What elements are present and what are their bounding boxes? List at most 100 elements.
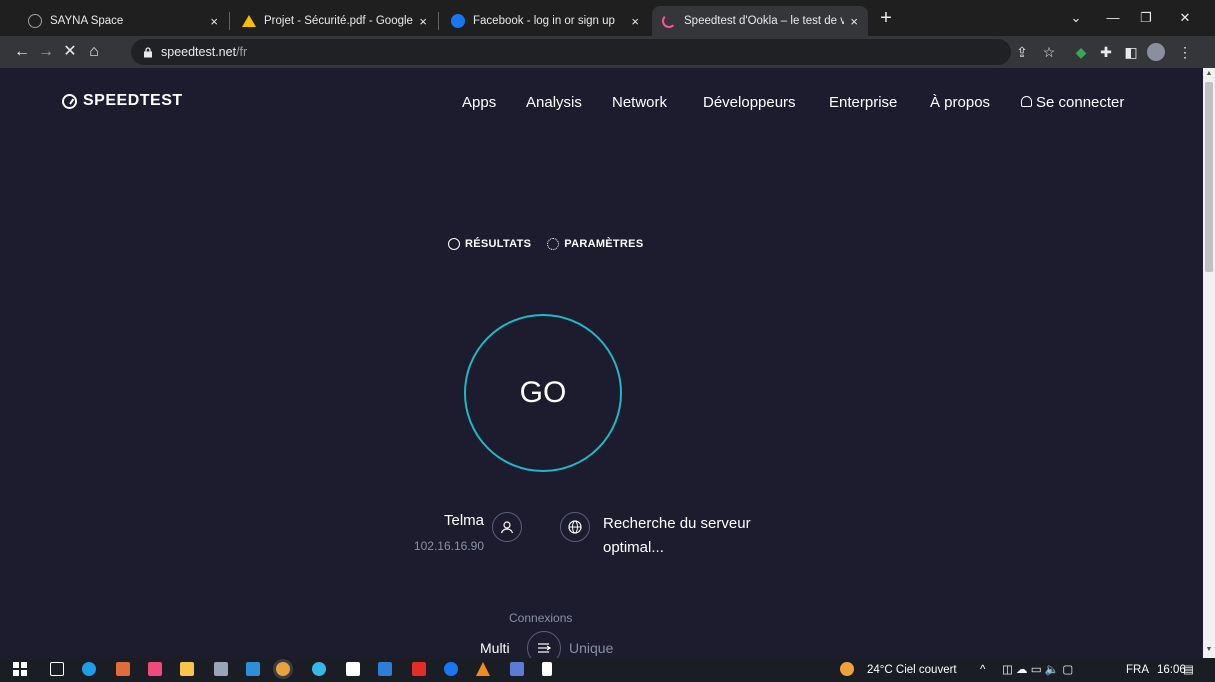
isp-info: Telma 102.16.16.90: [380, 512, 484, 553]
restore-button[interactable]: ❐: [1131, 6, 1161, 30]
windows-start-icon[interactable]: [13, 662, 27, 676]
isp-ip: 102.16.16.90: [413, 539, 484, 553]
tab-sayna-space[interactable]: SAYNA Space ×: [18, 6, 228, 36]
close-icon[interactable]: ×: [210, 14, 218, 29]
close-icon[interactable]: ×: [631, 14, 639, 29]
logo-text: SPEEDTEST: [83, 92, 183, 109]
address-bar[interactable]: speedtest.net/fr: [131, 39, 1011, 65]
tab-title: Projet - Sécurité.pdf - Google Dri: [264, 15, 413, 27]
connections-unique[interactable]: Unique: [569, 640, 613, 656]
lock-icon: [143, 46, 153, 58]
globe-icon[interactable]: [560, 512, 590, 542]
tab-title: Facebook - log in or sign up: [473, 15, 615, 27]
back-button[interactable]: ←: [10, 40, 34, 64]
clock[interactable]: 16:06: [1157, 658, 1186, 682]
close-icon[interactable]: ×: [850, 14, 858, 29]
app-grey-icon[interactable]: [214, 662, 228, 676]
tab-google-drive[interactable]: Projet - Sécurité.pdf - Google Dri ×: [232, 6, 437, 36]
nav-enterprise[interactable]: Enterprise: [829, 94, 897, 111]
server-search-status[interactable]: Recherche du serveur optimal...: [603, 512, 803, 560]
share-icon[interactable]: ⇪: [1013, 43, 1031, 61]
connections-multi[interactable]: Multi: [480, 640, 510, 656]
tab-facebook[interactable]: Facebook - log in or sign up ×: [441, 6, 649, 36]
page-scrollbar[interactable]: ▲ ▼: [1203, 68, 1215, 658]
tab-title: Speedtest d'Ookla – le test de vit: [684, 15, 845, 27]
facebook-icon: [451, 14, 465, 28]
minimize-button[interactable]: —: [1098, 6, 1128, 30]
browser-toolbar: ← → ✕ ⌂ speedtest.net/fr ⇪ ☆ ◆ ✚ ◧ ⋮: [0, 36, 1215, 68]
notification-icon[interactable]: ▤: [1183, 658, 1194, 682]
weather-text[interactable]: 24°C Ciel couvert: [867, 658, 957, 682]
url-path: /fr: [236, 45, 248, 59]
se-connecter-label: Se connecter: [1036, 94, 1125, 111]
new-tab-button[interactable]: +: [874, 6, 898, 30]
task-view-icon[interactable]: [50, 662, 64, 676]
connections-label: Connexions: [509, 611, 573, 625]
nav-developpeurs[interactable]: Développeurs: [703, 94, 796, 111]
tray-icons[interactable]: ◫ ☁ ▭ 🔈 ▢: [1002, 658, 1073, 682]
vscode-icon[interactable]: [246, 662, 260, 676]
app-blue-icon[interactable]: [510, 662, 524, 676]
forward-button[interactable]: →: [34, 40, 58, 64]
tab-search-chevron-icon[interactable]: ⌄: [1061, 6, 1091, 30]
close-icon[interactable]: ×: [419, 14, 427, 29]
home-button[interactable]: ⌂: [82, 40, 106, 64]
outlook-icon[interactable]: [378, 662, 392, 676]
notepad-icon[interactable]: [542, 662, 552, 676]
settings-link[interactable]: PARAMÈTRES: [547, 238, 643, 250]
wikipedia-icon[interactable]: [346, 662, 360, 676]
sayna-icon: [28, 14, 42, 28]
tray-chevron-icon[interactable]: ^: [980, 658, 985, 682]
nav-a-propos[interactable]: À propos: [930, 94, 990, 111]
browser-tab-strip: SAYNA Space × Projet - Sécurité.pdf - Go…: [0, 0, 1215, 36]
tab-title: SAYNA Space: [50, 15, 124, 27]
scroll-up-arrow-icon[interactable]: ▲: [1205, 70, 1213, 78]
edge-icon[interactable]: [82, 662, 96, 676]
tab-separator: [229, 12, 230, 30]
app-cyan-icon[interactable]: [312, 662, 326, 676]
window-close-button[interactable]: ✕: [1170, 6, 1200, 30]
app-pink-icon[interactable]: [148, 662, 162, 676]
gear-icon: [547, 238, 560, 250]
scroll-down-arrow-icon[interactable]: ▼: [1205, 646, 1213, 654]
nav-network[interactable]: Network: [612, 94, 667, 111]
app-orange-icon[interactable]: [116, 662, 130, 676]
loading-spinner-icon: [662, 14, 676, 28]
results-settings-nav: RÉSULTATS PARAMÈTRES: [448, 238, 659, 250]
speedtest-page: SPEEDTEST Apps Analysis Network Développ…: [0, 68, 1203, 658]
chrome-icon[interactable]: [276, 662, 290, 676]
side-panel-icon[interactable]: ◧: [1122, 43, 1140, 61]
results-label: RÉSULTATS: [465, 238, 532, 250]
settings-label: PARAMÈTRES: [564, 238, 644, 250]
user-icon: [492, 512, 522, 542]
extension-leaf-icon[interactable]: ◆: [1072, 43, 1090, 61]
language-indicator[interactable]: FRA: [1126, 658, 1149, 682]
facebook-icon[interactable]: [444, 662, 458, 676]
nav-apps[interactable]: Apps: [462, 94, 496, 111]
tab-separator: [438, 12, 439, 30]
results-link[interactable]: RÉSULTATS: [448, 238, 531, 250]
tab-speedtest[interactable]: Speedtest d'Ookla – le test de vit ×: [652, 6, 868, 36]
stop-loading-button[interactable]: ✕: [58, 40, 82, 64]
bookmark-star-icon[interactable]: ☆: [1040, 43, 1058, 61]
youtube-icon[interactable]: [412, 662, 426, 676]
connections-toggle-icon[interactable]: [527, 631, 561, 658]
windows-taskbar: 24°C Ciel couvert ^ ◫ ☁ ▭ 🔈 ▢ FRA 16:06 …: [0, 658, 1215, 682]
vlc-icon[interactable]: [476, 662, 490, 676]
nav-analysis[interactable]: Analysis: [526, 94, 582, 111]
nav-se-connecter[interactable]: Se connecter: [1021, 94, 1124, 111]
speedometer-icon: [62, 93, 77, 109]
google-drive-icon: [242, 15, 256, 27]
file-explorer-icon[interactable]: [180, 662, 194, 676]
extensions-puzzle-icon[interactable]: ✚: [1097, 43, 1115, 61]
weather-cloud-icon: [840, 662, 854, 676]
url-host: speedtest.net: [161, 45, 237, 59]
check-circle-icon: [448, 238, 460, 250]
user-icon: [1021, 96, 1032, 107]
menu-kebab-icon[interactable]: ⋮: [1176, 43, 1194, 61]
speedtest-logo[interactable]: SPEEDTEST: [62, 92, 183, 110]
isp-name: Telma: [443, 512, 484, 529]
go-button[interactable]: GO: [464, 314, 622, 472]
scrollbar-thumb[interactable]: [1205, 82, 1213, 272]
profile-avatar[interactable]: [1147, 43, 1165, 61]
